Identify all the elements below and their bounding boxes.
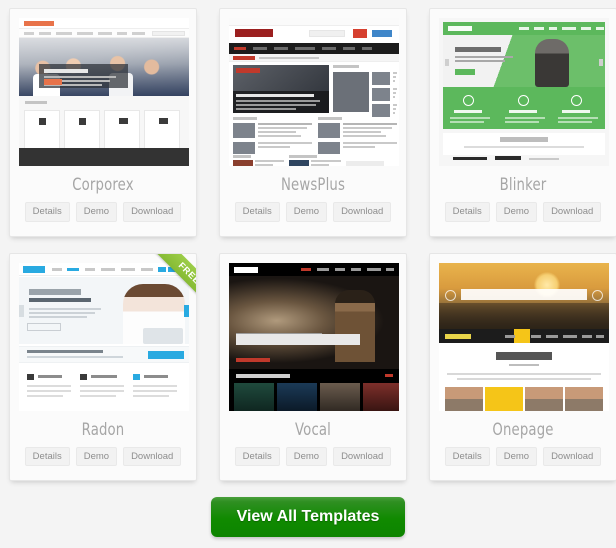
template-grid: Corporex Details Demo Download NewsPlus … — [0, 0, 616, 481]
preview-hero-caption — [39, 64, 128, 89]
brand-logo — [445, 333, 471, 339]
preview-featured-article — [233, 65, 329, 113]
view-all-templates-button[interactable]: View All Templates — [210, 497, 406, 537]
template-actions: Details Demo Download — [19, 202, 187, 236]
demo-button[interactable]: Demo — [495, 446, 538, 466]
preview-services — [19, 96, 189, 152]
template-actions: Details Demo Download — [229, 446, 397, 481]
template-preview-radon[interactable] — [19, 262, 189, 411]
template-preview-newsplus[interactable] — [229, 18, 399, 166]
template-card-newsplus[interactable]: NewsPlus Details Demo Download — [219, 8, 407, 237]
download-button[interactable]: Download — [333, 446, 392, 466]
template-actions: Details Demo Download — [439, 446, 607, 481]
template-preview-onepage[interactable] — [439, 262, 609, 411]
prev-arrow-icon — [445, 290, 456, 302]
preview-navbar — [19, 262, 189, 276]
preview-about — [443, 133, 605, 155]
preview-header — [19, 18, 189, 29]
download-button[interactable]: Download — [333, 202, 392, 222]
preview-features — [19, 364, 189, 411]
preview-topbar — [229, 18, 399, 26]
brand-logo — [448, 26, 472, 31]
brand-logo — [234, 266, 258, 273]
preview-performers — [229, 368, 399, 411]
preview-popular-news — [333, 65, 397, 120]
details-button[interactable]: Details — [24, 446, 70, 466]
brand-logo — [235, 29, 273, 37]
preview-features — [443, 87, 605, 129]
preview-navbar — [229, 262, 399, 276]
demo-button[interactable]: Demo — [495, 202, 538, 222]
preview-hero — [19, 276, 189, 344]
demo-button[interactable]: Demo — [75, 446, 118, 466]
template-title: Corporex — [72, 175, 134, 195]
preview-about — [439, 342, 609, 411]
preview-hero-title — [461, 288, 587, 300]
template-title: Radon — [81, 419, 125, 440]
template-actions: Details Demo Download — [439, 202, 607, 236]
template-title: Vocal — [294, 419, 332, 440]
details-button[interactable]: Details — [24, 202, 70, 222]
template-card-radon[interactable]: FREE Radon Details Demo Download — [9, 252, 197, 481]
preview-hero — [439, 262, 609, 329]
template-card-blinker[interactable]: Blinker Details Demo Download — [429, 8, 616, 237]
preview-navbar — [439, 328, 609, 343]
preview-navbar — [229, 43, 399, 54]
preview-cta-strip — [19, 345, 189, 363]
preview-navbar — [19, 29, 189, 38]
preview-navbar — [443, 22, 605, 41]
footer: View All Templates — [0, 481, 616, 537]
template-actions: Details Demo Download — [19, 446, 187, 481]
template-title: Blinker — [499, 175, 547, 195]
brand-logo — [24, 21, 54, 26]
details-button[interactable]: Details — [444, 446, 490, 466]
template-card-corporex[interactable]: Corporex Details Demo Download — [9, 8, 197, 237]
template-title: Onepage — [492, 419, 554, 440]
template-actions: Details Demo Download — [229, 202, 397, 236]
template-card-onepage[interactable]: Onepage Details Demo Download — [429, 252, 616, 481]
details-button[interactable]: Details — [444, 202, 490, 222]
next-arrow-icon — [592, 290, 603, 302]
preview-hero — [229, 275, 399, 369]
details-button[interactable]: Details — [234, 202, 280, 222]
download-button[interactable]: Download — [543, 202, 602, 222]
brand-logo — [23, 265, 45, 273]
template-card-vocal[interactable]: Vocal Details Demo Download — [219, 252, 407, 481]
preview-hero — [19, 38, 189, 96]
template-preview-corporex[interactable] — [19, 18, 189, 166]
template-preview-vocal[interactable] — [229, 262, 399, 411]
preview-hero — [443, 35, 605, 87]
preview-breadcrumb — [229, 54, 399, 62]
preview-recent-news — [233, 117, 397, 157]
preview-footer — [19, 148, 189, 166]
preview-hero-title — [236, 333, 360, 345]
details-button[interactable]: Details — [234, 446, 280, 466]
preview-sports-entertainment — [233, 155, 397, 166]
demo-button[interactable]: Demo — [285, 446, 328, 466]
template-preview-blinker[interactable] — [439, 18, 609, 166]
demo-button[interactable]: Demo — [285, 202, 328, 222]
download-button[interactable]: Download — [123, 202, 182, 222]
download-button[interactable]: Download — [123, 446, 182, 466]
template-title: NewsPlus — [280, 175, 346, 195]
demo-button[interactable]: Demo — [75, 202, 118, 222]
download-button[interactable]: Download — [543, 446, 602, 466]
